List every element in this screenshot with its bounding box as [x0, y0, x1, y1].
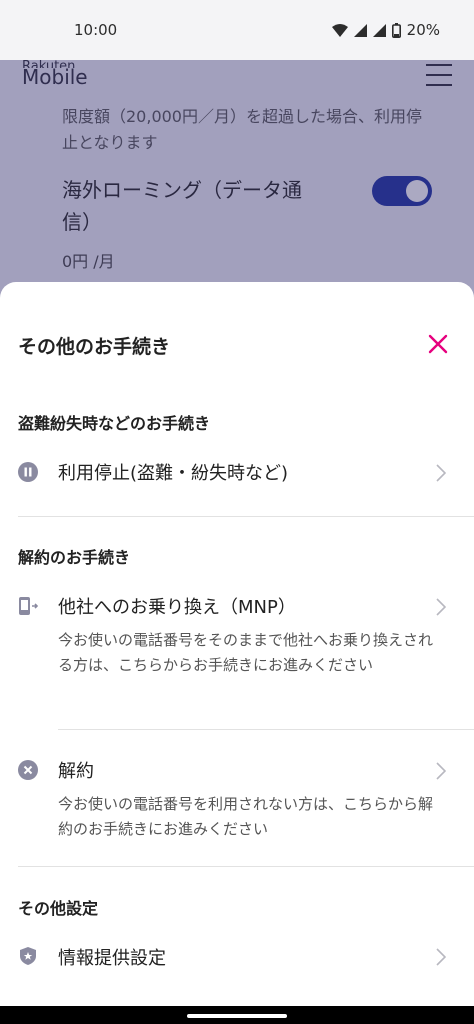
divider [58, 729, 474, 730]
signal-icon-2 [372, 23, 386, 37]
section-title-cancellation: 解約のお手続き [18, 548, 131, 567]
cancel-contract-label: 解約 [58, 761, 94, 782]
battery-icon [391, 22, 401, 38]
suspend-service-item[interactable]: 利用停止(盗難・紛失時など) [0, 450, 474, 516]
mnp-transfer-description: 今お使いの電話番号をそのままで他社へお乗り換えされる方は、こちらからお手続きにお… [58, 631, 434, 674]
other-procedures-sheet: その他のお手続き 盗難紛失時などのお手続き 利用停止(盗難・紛失時など) 解約の… [0, 282, 474, 1006]
info-provision-settings-label: 情報提供設定 [58, 948, 166, 969]
home-handle[interactable] [187, 1014, 287, 1018]
section-title-theft: 盗難紛失時などのお手続き [18, 414, 211, 433]
phone-transfer-icon [19, 597, 38, 615]
chevron-right-icon [436, 598, 446, 616]
wifi-icon [331, 23, 348, 37]
chevron-right-icon [436, 948, 446, 966]
info-provision-settings-item[interactable]: 情報提供設定 [0, 938, 474, 988]
divider [18, 516, 474, 517]
signal-icon [353, 23, 367, 37]
cancel-circle-icon [18, 760, 38, 780]
cancel-contract-description: 今お使いの電話番号を利用されない方は、こちらから解約のお手続きにお進みください [58, 795, 434, 838]
system-nav-bar [0, 1006, 474, 1024]
chevron-right-icon [436, 464, 446, 482]
sheet-title: その他のお手続き [18, 336, 171, 358]
mnp-transfer-label: 他社へのお乗り換え（MNP） [58, 597, 296, 618]
shield-star-icon [20, 947, 36, 965]
cancel-contract-item[interactable]: 解約 今お使いの電話番号を利用されない方は、こちらから解約のお手続きにお進みくだ… [0, 754, 474, 864]
pause-icon [18, 462, 38, 482]
chevron-right-icon [436, 762, 446, 780]
status-icons: 20% [331, 21, 440, 39]
mnp-transfer-item[interactable]: 他社へのお乗り換え（MNP） 今お使いの電話番号をそのままで他社へお乗り換えされ… [0, 588, 474, 728]
close-icon[interactable] [428, 334, 448, 354]
section-title-other-settings: その他設定 [18, 899, 99, 918]
status-bar: 10:00 20% [0, 0, 474, 60]
status-time: 10:00 [74, 21, 118, 39]
suspend-service-label: 利用停止(盗難・紛失時など) [58, 463, 289, 484]
battery-percent: 20% [406, 21, 440, 39]
divider [18, 866, 474, 867]
